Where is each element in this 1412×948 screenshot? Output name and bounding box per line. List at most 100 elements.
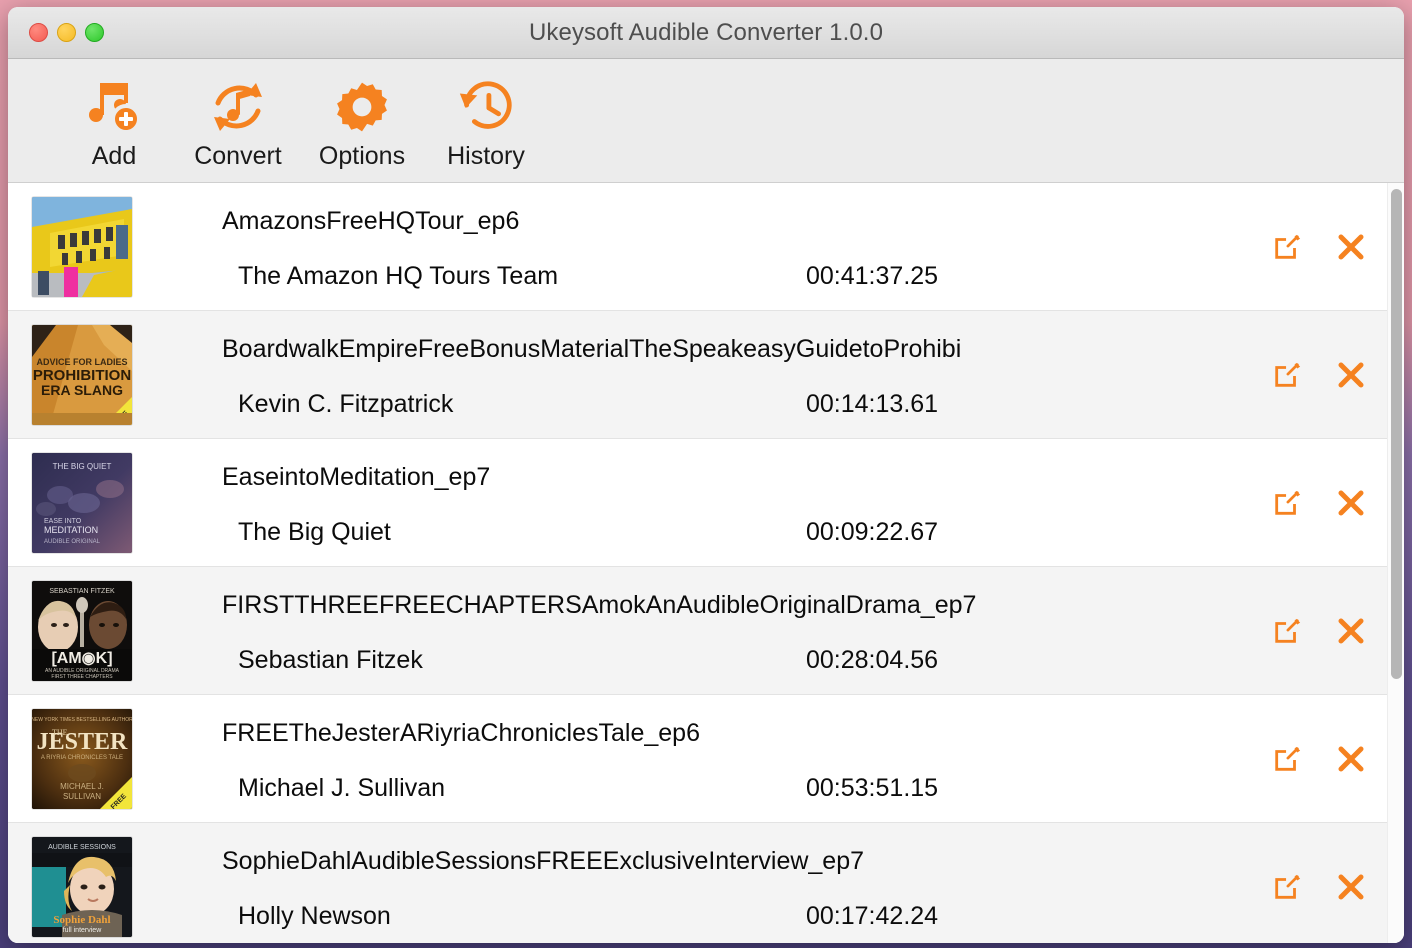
table-row[interactable]: NEW YORK TIMES BESTSELLING AUTHOR JESTER…	[8, 695, 1404, 823]
svg-text:THE BIG QUIET: THE BIG QUIET	[53, 462, 112, 471]
title-bar: Ukeysoft Audible Converter 1.0.0	[8, 7, 1404, 59]
row-meta: Kevin C. Fitzpatrick 00:14:13.61	[222, 389, 1270, 418]
svg-text:ERA SLANG: ERA SLANG	[41, 382, 123, 398]
close-x-icon[interactable]	[1334, 614, 1368, 648]
svg-text:FIRST THREE CHAPTERS: FIRST THREE CHAPTERS	[51, 674, 113, 680]
svg-text:SEBASTIAN FITZEK: SEBASTIAN FITZEK	[49, 588, 115, 595]
convert-button[interactable]: Convert	[176, 73, 300, 171]
row-duration: 00:28:04.56	[806, 645, 939, 674]
convert-button-label: Convert	[194, 142, 282, 170]
svg-text:AUDIBLE SESSIONS: AUDIBLE SESSIONS	[48, 844, 116, 851]
edit-pencil-square-icon[interactable]	[1270, 742, 1304, 776]
history-button-label: History	[447, 142, 525, 170]
close-x-icon[interactable]	[1334, 742, 1368, 776]
row-text: BoardwalkEmpireFreeBonusMaterialTheSpeak…	[132, 325, 1270, 425]
row-title: EaseintoMeditation_ep7	[222, 464, 491, 490]
audiobook-list: AmazonsFreeHQTour_ep6 The Amazon HQ Tour…	[8, 183, 1404, 943]
svg-text:[AM◉K]: [AM◉K]	[51, 650, 112, 667]
row-author: Michael J. Sullivan	[238, 775, 446, 801]
cover-thumbnail: NEW YORK TIMES BESTSELLING AUTHOR JESTER…	[32, 708, 132, 809]
svg-text:full interview: full interview	[63, 927, 102, 934]
row-text: FREETheJesterARiyriaChroniclesTale_ep6 M…	[132, 709, 1270, 809]
edit-pencil-square-icon[interactable]	[1270, 870, 1304, 904]
svg-text:ADVICE FOR LADIES: ADVICE FOR LADIES	[36, 357, 127, 367]
row-text: SophieDahlAudibleSessionsFREEExclusiveIn…	[132, 837, 1270, 937]
cover-thumbnail: SEBASTIAN FITZEK [AM◉K] AN AUDIBLE ORIGI…	[32, 580, 132, 681]
minimize-window-button[interactable]	[57, 23, 76, 42]
audiobook-list-container: AmazonsFreeHQTour_ep6 The Amazon HQ Tour…	[8, 183, 1404, 943]
row-text: EaseintoMeditation_ep7 The Big Quiet 00:…	[132, 453, 1270, 553]
table-row[interactable]: THE BIG QUIET EASE INTO MEDITATION AUDIB…	[8, 439, 1404, 567]
close-x-icon[interactable]	[1334, 486, 1368, 520]
row-meta: Holly Newson 00:17:42.24	[222, 901, 1270, 930]
row-author: The Big Quiet	[238, 519, 391, 545]
add-button-label: Add	[91, 142, 137, 170]
main-toolbar: Add Convert Options History	[8, 59, 1404, 183]
add-button[interactable]: Add	[52, 73, 176, 171]
history-button[interactable]: History	[424, 73, 548, 171]
svg-text:MICHAEL J.: MICHAEL J.	[60, 782, 104, 791]
cover-thumbnail: THE BIG QUIET EASE INTO MEDITATION AUDIB…	[32, 452, 132, 553]
svg-text:SULLIVAN: SULLIVAN	[63, 792, 101, 801]
svg-text:AUDIBLE ORIGINAL: AUDIBLE ORIGINAL	[44, 539, 101, 545]
row-text: FIRSTTHREEFREECHAPTERSAmokAnAudibleOrigi…	[132, 581, 1270, 681]
scrollbar-thumb[interactable]	[1391, 189, 1402, 679]
window-controls	[29, 23, 104, 42]
svg-text:A RIYRIA CHRONICLES TALE: A RIYRIA CHRONICLES TALE	[41, 755, 123, 761]
options-button[interactable]: Options	[300, 73, 424, 171]
row-actions	[1270, 742, 1384, 776]
row-title: FREETheJesterARiyriaChroniclesTale_ep6	[222, 720, 700, 746]
row-actions	[1270, 486, 1384, 520]
gear-icon	[332, 73, 392, 141]
window-title: Ukeysoft Audible Converter 1.0.0	[528, 18, 884, 46]
clock-history-icon	[455, 73, 517, 141]
row-duration: 00:41:37.25	[806, 261, 939, 290]
row-author: Holly Newson	[238, 903, 391, 929]
close-x-icon[interactable]	[1334, 230, 1368, 264]
row-text: AmazonsFreeHQTour_ep6 The Amazon HQ Tour…	[132, 197, 1270, 297]
row-meta: The Big Quiet 00:09:22.67	[222, 517, 1270, 546]
row-actions	[1270, 614, 1384, 648]
row-duration: 00:17:42.24	[806, 901, 939, 930]
row-title: FIRSTTHREEFREECHAPTERSAmokAnAudibleOrigi…	[222, 592, 977, 618]
table-row[interactable]: AmazonsFreeHQTour_ep6 The Amazon HQ Tour…	[8, 183, 1404, 311]
svg-text:EASE INTO: EASE INTO	[44, 518, 82, 525]
edit-pencil-square-icon[interactable]	[1270, 486, 1304, 520]
table-row[interactable]: AUDIBLE SESSIONS Sophie Dahl full interv…	[8, 823, 1404, 943]
row-meta: The Amazon HQ Tours Team 00:41:37.25	[222, 261, 1270, 290]
svg-text:JESTER: JESTER	[37, 729, 128, 755]
row-title: BoardwalkEmpireFreeBonusMaterialTheSpeak…	[222, 336, 962, 362]
vertical-scrollbar[interactable]	[1387, 183, 1404, 943]
close-window-button[interactable]	[29, 23, 48, 42]
svg-text:NEW YORK TIMES BESTSELLING AUT: NEW YORK TIMES BESTSELLING AUTHOR	[32, 717, 132, 723]
row-author: Kevin C. Fitzpatrick	[238, 391, 454, 417]
edit-pencil-square-icon[interactable]	[1270, 230, 1304, 264]
cover-thumbnail: AUDIBLE SESSIONS Sophie Dahl full interv…	[32, 836, 132, 937]
row-author: Sebastian Fitzek	[238, 647, 423, 673]
close-x-icon[interactable]	[1334, 870, 1368, 904]
table-row[interactable]: SEBASTIAN FITZEK [AM◉K] AN AUDIBLE ORIGI…	[8, 567, 1404, 695]
music-note-add-icon	[82, 73, 146, 141]
row-title: AmazonsFreeHQTour_ep6	[222, 208, 520, 234]
row-actions	[1270, 870, 1384, 904]
row-actions	[1270, 230, 1384, 264]
row-duration: 00:09:22.67	[806, 517, 939, 546]
svg-text:THE: THE	[52, 728, 68, 737]
zoom-window-button[interactable]	[85, 23, 104, 42]
edit-pencil-square-icon[interactable]	[1270, 614, 1304, 648]
svg-text:MEDITATION: MEDITATION	[44, 525, 98, 535]
cover-thumbnail	[32, 196, 132, 297]
options-button-label: Options	[318, 142, 406, 170]
row-meta: Sebastian Fitzek 00:28:04.56	[222, 645, 1270, 674]
cover-thumbnail: ADVICE FOR LADIES PROHIBITION ERA SLANG …	[32, 324, 132, 425]
row-duration: 00:53:51.15	[806, 773, 939, 802]
close-x-icon[interactable]	[1334, 358, 1368, 392]
row-meta: Michael J. Sullivan 00:53:51.15	[222, 773, 1270, 802]
edit-pencil-square-icon[interactable]	[1270, 358, 1304, 392]
app-window: Ukeysoft Audible Converter 1.0.0 Add Con…	[8, 7, 1404, 943]
row-title: SophieDahlAudibleSessionsFREEExclusiveIn…	[222, 848, 865, 874]
row-author: The Amazon HQ Tours Team	[238, 263, 559, 289]
table-row[interactable]: ADVICE FOR LADIES PROHIBITION ERA SLANG …	[8, 311, 1404, 439]
svg-text:Sophie Dahl: Sophie Dahl	[53, 914, 110, 926]
row-duration: 00:14:13.61	[806, 389, 939, 418]
